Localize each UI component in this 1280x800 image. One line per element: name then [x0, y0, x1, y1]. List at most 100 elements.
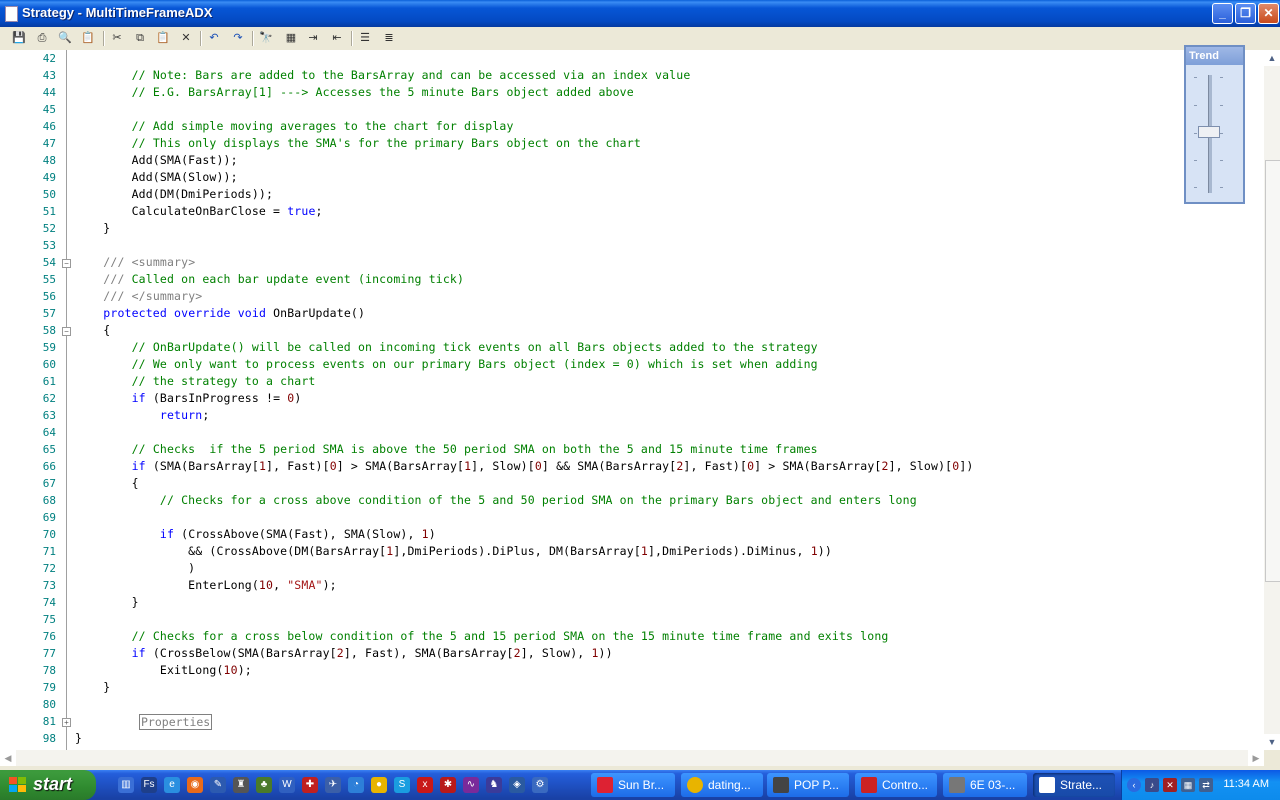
collapsed-region-properties[interactable]: Properties	[139, 714, 213, 730]
code-line: {	[75, 323, 111, 337]
code-line: }	[75, 731, 83, 745]
minimize-button[interactable]: _	[1212, 3, 1233, 24]
taskbar-task[interactable]: 6E 03-...	[943, 773, 1027, 797]
quicklaunch-icon[interactable]: ⚙	[532, 777, 548, 793]
quicklaunch-icon[interactable]: ✈	[325, 777, 341, 793]
quicklaunch-icon[interactable]: ▥	[118, 777, 134, 793]
line-number: 47	[42, 137, 56, 150]
line-number: 98	[42, 732, 56, 745]
print-icon[interactable]: ⎙	[34, 30, 50, 46]
taskbar-task[interactable]: POP P...	[767, 773, 849, 797]
replace-icon[interactable]: ▦	[283, 30, 299, 46]
tray-icon[interactable]: ✕	[1163, 778, 1177, 792]
windows-logo-icon	[9, 777, 26, 792]
scroll-right-icon[interactable]: ▶	[1248, 750, 1264, 766]
code-line: if (CrossAbove(SMA(Fast), SMA(Slow), 1)	[159, 527, 436, 541]
slider-tick	[1194, 105, 1197, 106]
code-line: // Checks for a cross above condition of…	[159, 493, 917, 507]
quicklaunch-icon[interactable]: Fs	[141, 777, 157, 793]
chrome-icon	[687, 777, 703, 793]
close-button[interactable]: ✕	[1258, 3, 1279, 24]
code-line: protected override void OnBarUpdate()	[103, 306, 366, 320]
taskbar-task[interactable]: Contro...	[855, 773, 937, 797]
scroll-thumb[interactable]	[1265, 160, 1280, 582]
line-number: 75	[42, 613, 56, 626]
code-editor[interactable]: 42 43 44 45 46 47 48 49 50 51 52 53 54 55 56 57 58 59 60 61…	[0, 50, 1264, 750]
quicklaunch-icon[interactable]: ♞	[486, 777, 502, 793]
quicklaunch-icon[interactable]: ✚	[302, 777, 318, 793]
toolbar: 💾 ⎙ 🔍 📋 ✂ ⧉ 📋 ✕ ↶ ↷ 🔭 ▦ ⇥ ⇤ ☰ ≣	[0, 27, 1280, 51]
code-line: if (CrossBelow(SMA(BarsArray[2], Fast), …	[131, 646, 613, 660]
pop-icon	[773, 777, 789, 793]
toolbar-separator	[351, 31, 353, 46]
xm-icon[interactable]: x	[417, 777, 433, 793]
page-setup-icon[interactable]: 📋	[80, 30, 96, 46]
ninja-icon	[861, 777, 877, 793]
line-number: 78	[42, 664, 56, 677]
xm-icon	[597, 777, 613, 793]
title-bar[interactable]: Strategy - MultiTimeFrameADX _ ❐ ✕	[0, 0, 1280, 27]
scroll-left-icon[interactable]: ◀	[0, 750, 16, 766]
tray-icon[interactable]: ♪	[1145, 778, 1159, 792]
quicklaunch-icon[interactable]: ♜	[233, 777, 249, 793]
trend-slider-thumb[interactable]	[1198, 126, 1220, 138]
chrome-icon[interactable]: ●	[371, 777, 387, 793]
window-title: Strategy - MultiTimeFrameADX	[22, 5, 213, 20]
line-number: 61	[42, 375, 56, 388]
find-icon[interactable]: 🔭	[258, 30, 274, 46]
redo-icon[interactable]: ↷	[230, 30, 246, 46]
print-preview-icon[interactable]: 🔍	[57, 30, 73, 46]
delete-icon[interactable]: ✕	[178, 30, 194, 46]
collapse-icon[interactable]: −	[62, 259, 71, 268]
start-button[interactable]: start	[0, 770, 96, 800]
line-number: 62	[42, 392, 56, 405]
copy-icon[interactable]: ⧉	[132, 30, 148, 46]
taskbar-task[interactable]: dating...	[681, 773, 763, 797]
skype-icon[interactable]: S	[394, 777, 410, 793]
ie-icon[interactable]: e	[164, 777, 180, 793]
tray-icon[interactable]: ⇄	[1199, 778, 1213, 792]
outdent-icon[interactable]: ⇤	[329, 30, 345, 46]
taskbar: start ▥ Fs e ◉ ✎ ♜ ♣ W ✚ ✈ ◔ ● S x ✱ ∿ ♞…	[0, 770, 1280, 800]
quicklaunch-icon[interactable]: ◔	[348, 777, 364, 793]
line-number: 65	[42, 443, 56, 456]
slider-tick	[1220, 160, 1223, 161]
document-icon	[5, 6, 18, 22]
vertical-scrollbar[interactable]: ▲ ▼	[1264, 50, 1280, 750]
collapse-icon[interactable]: −	[62, 327, 71, 336]
paste-icon[interactable]: 📋	[155, 30, 171, 46]
uncomment-icon[interactable]: ≣	[381, 30, 397, 46]
trend-panel[interactable]: Trend	[1184, 45, 1245, 204]
line-number: 46	[42, 120, 56, 133]
line-number: 77	[42, 647, 56, 660]
firefox-icon[interactable]: ◉	[187, 777, 203, 793]
indent-icon[interactable]: ⇥	[305, 30, 321, 46]
undo-icon[interactable]: ↶	[206, 30, 222, 46]
slider-tick	[1194, 133, 1197, 134]
quicklaunch-icon[interactable]: ♣	[256, 777, 272, 793]
save-icon[interactable]: 💾	[11, 30, 27, 46]
taskbar-task-active[interactable]: Strate...	[1033, 773, 1115, 797]
horizontal-scrollbar[interactable]: ◀ ▶	[0, 750, 1264, 766]
network-icon[interactable]: ▦	[1181, 778, 1195, 792]
expand-icon[interactable]: +	[62, 718, 71, 727]
comment-icon[interactable]: ☰	[357, 30, 373, 46]
scroll-up-icon[interactable]: ▲	[1264, 50, 1280, 66]
quicklaunch-icon[interactable]: ◈	[509, 777, 525, 793]
line-number: 45	[42, 103, 56, 116]
quicklaunch-icon[interactable]: ✎	[210, 777, 226, 793]
task-label: 6E 03-...	[970, 778, 1016, 792]
quicklaunch-icon[interactable]: ∿	[463, 777, 479, 793]
code-line: if (BarsInProgress != 0)	[131, 391, 302, 405]
cut-icon[interactable]: ✂	[109, 30, 125, 46]
code-line: /// Called on each bar update event (inc…	[103, 272, 465, 286]
show-hidden-icons-icon[interactable]: ‹	[1127, 778, 1141, 792]
scroll-down-icon[interactable]: ▼	[1264, 734, 1280, 750]
line-number: 60	[42, 358, 56, 371]
chart-icon	[949, 777, 965, 793]
maximize-button[interactable]: ❐	[1235, 3, 1256, 24]
quicklaunch-icon[interactable]: ✱	[440, 777, 456, 793]
quicklaunch-icon[interactable]: W	[279, 777, 295, 793]
line-number: 53	[42, 239, 56, 252]
taskbar-task[interactable]: Sun Br...	[591, 773, 675, 797]
